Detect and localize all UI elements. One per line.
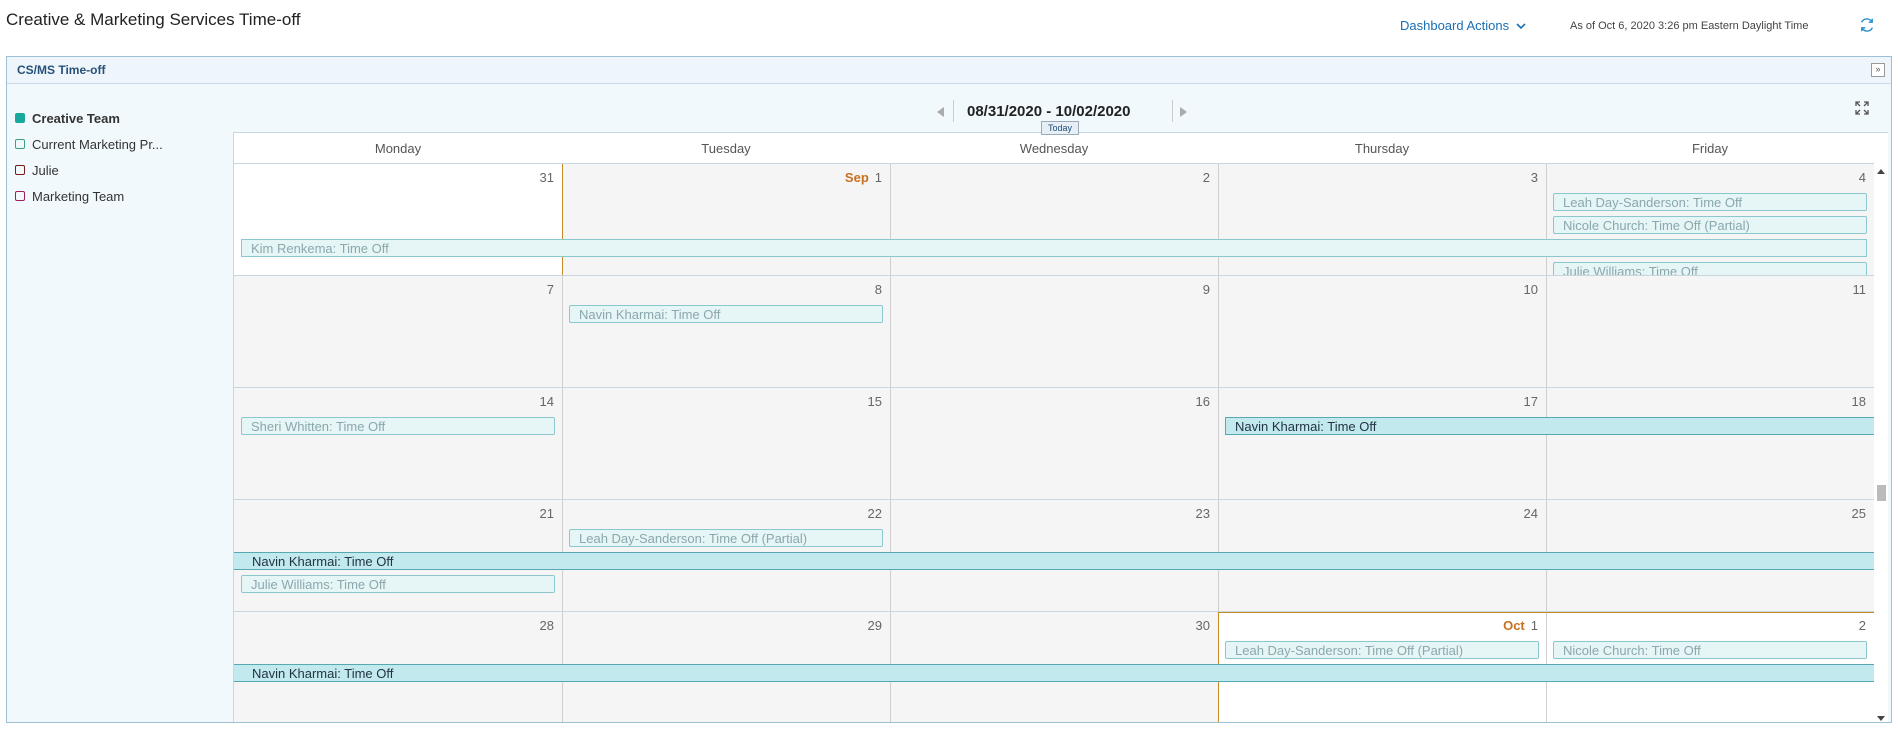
event-bar[interactable]: Navin Kharmai: Time Off <box>234 552 1875 570</box>
weekday-label: Thursday <box>1354 141 1410 156</box>
day-number: 24 <box>1523 506 1538 521</box>
weekday-label: Tuesday <box>701 141 751 156</box>
calendar-day[interactable]: 31 <box>234 164 562 276</box>
calendar-week: 31 Sep 1 2 3 4 Leah Day-Sanderson: Time O… <box>234 163 1874 280</box>
scroll-thumb[interactable] <box>1877 485 1886 501</box>
next-arrow-icon[interactable] <box>1180 107 1187 117</box>
day-number: 4 <box>1858 170 1866 185</box>
calendar-week: 28 29 30 Oct 1 2 Leah Day-Sanderson: Time… <box>234 611 1878 722</box>
legend-item-marketing-team[interactable]: Marketing Team <box>15 183 230 209</box>
day-number: 29 <box>867 618 882 633</box>
calendar-nav: 08/31/2020 - 10/02/2020 <box>7 97 1891 127</box>
calendar-week: 14 15 16 17 18 Sheri Whitten: Time Off N… <box>234 387 1875 500</box>
chevron-down-icon <box>1516 22 1526 29</box>
time-off-panel: CS/MS Time-off » Creative Team Current M… <box>6 56 1892 723</box>
day-number: 7 <box>546 282 554 297</box>
date-range: 08/31/2020 - 10/02/2020 <box>967 103 1131 120</box>
legend-label: Marketing Team <box>32 188 125 204</box>
day-number: 11 <box>1852 282 1867 297</box>
legend-label: Current Marketing Pr... <box>32 136 163 152</box>
calendar-day[interactable]: 10 <box>1218 276 1546 388</box>
calendar-week: 7 8 9 10 11 Navin Kharmai: Time Off <box>234 275 1874 388</box>
calendar-day[interactable]: 7 <box>234 276 562 388</box>
calendar-grid: Monday Tuesday Wednesday Thursday Friday… <box>233 132 1888 722</box>
dashboard-actions-label: Dashboard Actions <box>1400 18 1510 33</box>
event-chip[interactable]: Sheri Whitten: Time Off <box>241 417 555 435</box>
nav-divider <box>1172 100 1173 122</box>
refresh-icon[interactable] <box>1858 16 1876 34</box>
legend-checkbox[interactable] <box>15 139 25 149</box>
weekday-label: Wednesday <box>1019 141 1089 156</box>
event-bar[interactable]: Kim Renkema: Time Off <box>241 239 1867 257</box>
day-number: Oct 1 <box>1503 618 1538 633</box>
event-chip[interactable]: Leah Day-Sanderson: Time Off (Partial) <box>569 529 883 547</box>
event-chip[interactable]: Nicole Church: Time Off <box>1553 641 1867 659</box>
weekday-label: Monday <box>374 141 422 156</box>
page-title: Creative & Marketing Services Time-off <box>6 10 301 29</box>
nav-divider <box>953 100 954 122</box>
collapse-icon[interactable]: » <box>1871 63 1885 77</box>
calendar-scrollbar[interactable] <box>1874 163 1888 722</box>
day-number: 17 <box>1523 394 1538 409</box>
calendar-day[interactable]: 18 <box>1546 388 1874 500</box>
event-bar[interactable]: Navin Kharmai: Time Off <box>1225 417 1875 435</box>
previous-arrow-icon[interactable] <box>937 107 944 117</box>
panel-title: CS/MS Time-off <box>17 63 106 77</box>
weekday-header: Monday Tuesday Wednesday Thursday Friday <box>234 133 1874 163</box>
day-number: 25 <box>1851 506 1866 521</box>
calendar-day[interactable]: 16 <box>890 388 1218 500</box>
panel-header: CS/MS Time-off » <box>7 57 1891 84</box>
day-number: 18 <box>1851 394 1866 409</box>
day-number: 16 <box>1195 394 1210 409</box>
calendar-week: 21 22 23 24 25 Leah Day-Sanderson: Time … <box>234 499 1875 612</box>
legend-item-current-marketing[interactable]: Current Marketing Pr... <box>15 131 230 157</box>
calendar-day[interactable]: 3 <box>1218 164 1546 276</box>
calendar-day[interactable]: 2 <box>890 164 1218 276</box>
day-number: 28 <box>539 618 554 633</box>
calendar-day[interactable]: 15 <box>562 388 890 500</box>
scroll-up-arrow-icon[interactable] <box>1877 169 1885 174</box>
event-chip[interactable]: Leah Day-Sanderson: Time Off (Partial) <box>1225 641 1539 659</box>
month-label: Sep <box>844 170 869 185</box>
calendar-day[interactable]: 9 <box>890 276 1218 388</box>
day-number: 31 <box>539 170 554 185</box>
calendar-day[interactable]: 8 <box>562 276 890 388</box>
legend-item-julie[interactable]: Julie <box>15 157 230 183</box>
legend-label: Julie <box>32 162 59 178</box>
dashboard-actions-button[interactable]: Dashboard Actions <box>1400 18 1527 33</box>
calendar-day[interactable]: 11 <box>1546 276 1874 388</box>
legend-checkbox[interactable] <box>15 165 25 175</box>
day-number: Sep 1 <box>844 170 882 185</box>
today-button[interactable]: Today <box>1041 121 1080 135</box>
event-chip[interactable]: Julie Williams: Time Off <box>241 575 555 593</box>
day-number: 15 <box>867 394 882 409</box>
event-chip[interactable]: Nicole Church: Time Off (Partial) <box>1553 216 1867 234</box>
day-number: 30 <box>1195 618 1210 633</box>
day-number: 2 <box>1858 618 1866 633</box>
as-of-timestamp: As of Oct 6, 2020 3:26 pm Eastern Daylig… <box>1570 20 1809 32</box>
legend-checkbox[interactable] <box>15 191 25 201</box>
day-number: 14 <box>539 394 554 409</box>
day-number: 10 <box>1523 282 1538 297</box>
weekday-label: Friday <box>1691 141 1729 156</box>
day-number: 8 <box>874 282 882 297</box>
calendar-day[interactable]: Sep 1 <box>562 164 890 276</box>
month-label: Oct <box>1503 618 1525 633</box>
day-number: 9 <box>1202 282 1210 297</box>
event-chip[interactable]: Leah Day-Sanderson: Time Off <box>1553 193 1867 211</box>
calendar-day[interactable]: 14 <box>234 388 562 500</box>
scroll-down-arrow-icon[interactable] <box>1877 716 1885 721</box>
day-number: 2 <box>1202 170 1210 185</box>
day-number: 22 <box>867 506 882 521</box>
day-number: 3 <box>1530 170 1538 185</box>
event-bar[interactable]: Navin Kharmai: Time Off <box>234 664 1875 682</box>
day-number: 21 <box>539 506 554 521</box>
day-number: 23 <box>1195 506 1210 521</box>
calendar-day[interactable]: 17 <box>1218 388 1546 500</box>
event-chip[interactable]: Navin Kharmai: Time Off <box>569 305 883 323</box>
expand-icon[interactable] <box>1855 101 1869 115</box>
